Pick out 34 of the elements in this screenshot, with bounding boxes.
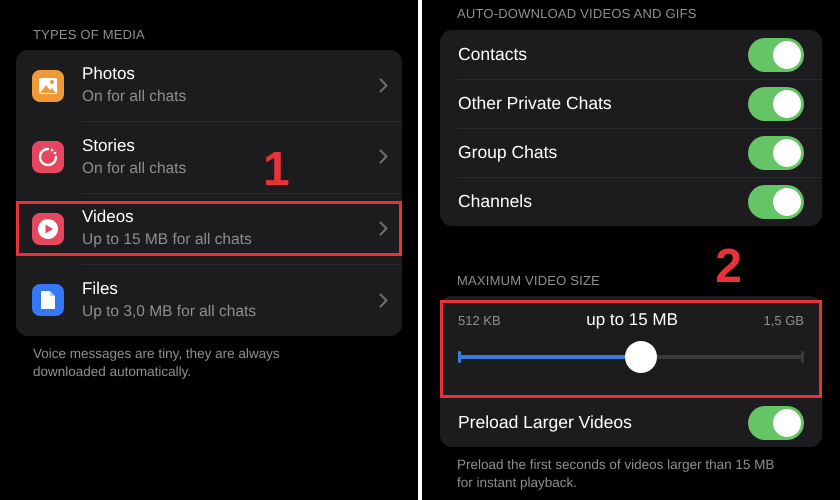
item-title: Videos — [82, 207, 134, 228]
chevron-icon[interactable] — [379, 220, 388, 236]
setting-label: Contacts — [458, 44, 528, 65]
chevron-icon[interactable] — [379, 149, 388, 164]
toggle-switch[interactable] — [748, 406, 804, 440]
chevron-icon[interactable] — [379, 78, 388, 93]
setting-label: Channels — [458, 191, 532, 212]
section-header: MAXIMUM VIDEO SIZE — [457, 273, 600, 288]
setting-label: Preload Larger Videos — [458, 412, 632, 433]
min-label: 512 KB — [458, 312, 501, 328]
annotation-number: 2 — [715, 243, 742, 291]
item-subtitle: Up to 3,0 MB for all chats — [82, 303, 256, 322]
item-title: Stories — [82, 136, 135, 156]
toggle-switch[interactable] — [748, 38, 804, 72]
item-subtitle: On for all chats — [82, 160, 186, 178]
item-title: Files — [82, 279, 118, 300]
setting-label: Other Private Chats — [458, 93, 612, 114]
size-value: up to 15 MB — [586, 310, 678, 330]
annotation-number: 1 — [263, 146, 290, 194]
footer-note: Preload the first seconds of videos larger than 15 MB for instant playback. — [456, 456, 776, 492]
footer-note: Voice messages are tiny, they are always downloaded automatically. — [32, 345, 281, 381]
item-subtitle: On for all chats — [82, 88, 186, 106]
max-label: 1,5 GB — [764, 312, 804, 328]
section-header: AUTO-DOWNLOAD VIDEOS AND GIFS — [456, 5, 698, 23]
section-header: TYPES OF MEDIA — [32, 26, 146, 44]
chevron-icon[interactable] — [379, 292, 388, 308]
toggle-switch[interactable] — [748, 86, 804, 120]
toggle-switch[interactable] — [748, 184, 804, 218]
item-title: Photos — [82, 64, 135, 84]
slider-thumb[interactable] — [625, 341, 658, 373]
toggle-switch[interactable] — [748, 136, 804, 170]
item-subtitle: Up to 15 MB for all chats — [82, 231, 252, 250]
slider-track[interactable] — [458, 341, 804, 373]
setting-label: Group Chats — [458, 142, 558, 163]
